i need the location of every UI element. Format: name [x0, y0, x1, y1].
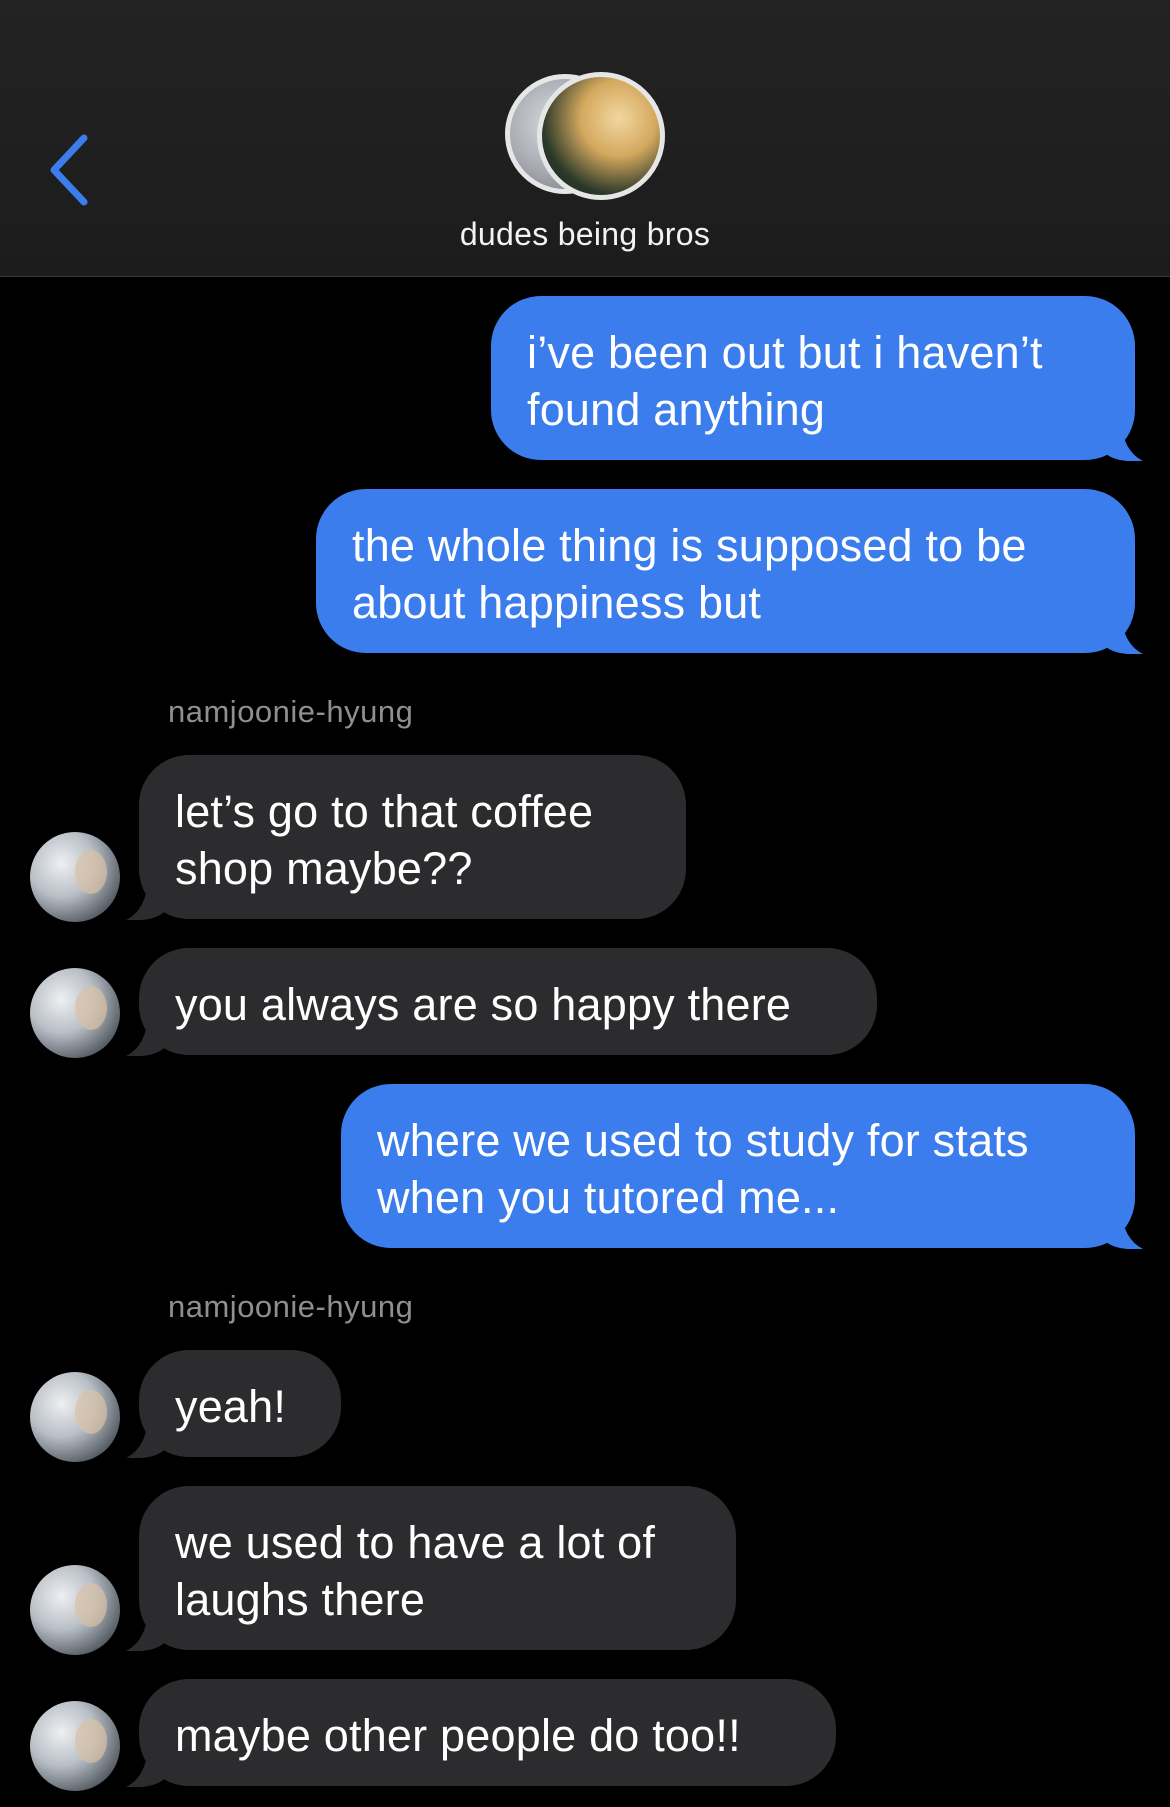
message-line: laughs there: [175, 1574, 426, 1625]
incoming-bubble-tail: [126, 880, 166, 920]
conversation-header: dudes being bros: [0, 0, 1170, 277]
message-line: the whole thing is supposed to be: [352, 520, 1027, 571]
message-line: maybe other people do too!!: [175, 1710, 741, 1761]
sender-avatar[interactable]: [30, 832, 120, 922]
message-line: about happiness but: [352, 577, 762, 628]
sender-name: namjoonie-hyung: [168, 694, 414, 729]
message-line: when you tutored me...: [377, 1172, 840, 1223]
message-line: you always are so happy there: [175, 979, 792, 1030]
group-avatar[interactable]: [505, 72, 665, 202]
sender-avatar[interactable]: [30, 1372, 120, 1462]
group-title[interactable]: dudes being bros: [0, 216, 1170, 253]
incoming-bubble-tail: [126, 1418, 166, 1458]
incoming-message[interactable]: maybe other people do too!!: [139, 1679, 836, 1786]
outgoing-message[interactable]: i’ve been out but i haven’t found anythi…: [491, 296, 1135, 460]
back-button[interactable]: [40, 130, 100, 210]
outgoing-bubble-tail: [1103, 421, 1143, 461]
incoming-message[interactable]: you always are so happy there: [139, 948, 877, 1055]
sender-avatar[interactable]: [30, 1565, 120, 1655]
message-line: we used to have a lot of: [175, 1517, 656, 1568]
sender-name: namjoonie-hyung: [168, 1289, 414, 1324]
incoming-bubble-tail: [126, 1016, 166, 1056]
incoming-message[interactable]: yeah!: [139, 1350, 341, 1457]
message-line: where we used to study for stats: [377, 1115, 1029, 1166]
message-line: yeah!: [175, 1381, 287, 1432]
group-avatar-photo-front: [537, 72, 665, 200]
incoming-bubble-tail: [126, 1611, 166, 1651]
sender-avatar[interactable]: [30, 968, 120, 1058]
sender-avatar[interactable]: [30, 1701, 120, 1791]
incoming-message[interactable]: we used to have a lot of laughs there: [139, 1486, 736, 1650]
outgoing-bubble-tail: [1103, 614, 1143, 654]
outgoing-message[interactable]: where we used to study for stats when yo…: [341, 1084, 1135, 1248]
chevron-left-icon: [50, 134, 88, 206]
message-line: found anything: [527, 384, 826, 435]
message-line: i’ve been out but i haven’t: [527, 327, 1043, 378]
message-line: shop maybe??: [175, 843, 473, 894]
incoming-bubble-tail: [126, 1747, 166, 1787]
outgoing-message[interactable]: the whole thing is supposed to be about …: [316, 489, 1135, 653]
incoming-message[interactable]: let’s go to that coffee shop maybe??: [139, 755, 686, 919]
outgoing-bubble-tail: [1103, 1209, 1143, 1249]
message-line: let’s go to that coffee: [175, 786, 594, 837]
